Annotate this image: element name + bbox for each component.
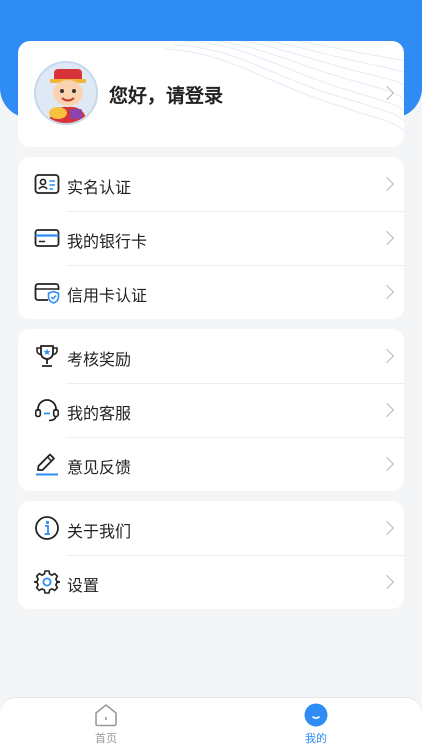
pen-icon: [36, 453, 58, 476]
menu-item-label: 实名认证: [67, 178, 132, 197]
profile-card[interactable]: 您好，请登录: [18, 41, 404, 147]
menu-item-label: 考核奖励: [67, 350, 132, 369]
chevron-right-icon: [379, 520, 395, 536]
menu-item-label: 设置: [67, 576, 100, 595]
gear-icon: [34, 570, 60, 594]
menu-item-label: 我的银行卡: [67, 232, 148, 251]
login-prompt[interactable]: 您好，请登录: [109, 81, 223, 108]
bank-card-icon: [34, 229, 60, 247]
trophy-icon: [36, 345, 58, 367]
chevron-right-icon: [379, 348, 395, 364]
menu-group-account: 实名认证 我的银行卡 信用卡认证: [18, 157, 404, 319]
menu-item-assessment-reward[interactable]: 考核奖励: [18, 329, 404, 383]
credit-card-shield-icon: [34, 283, 60, 304]
menu-item-label: 我的客服: [67, 404, 132, 423]
menu-item-settings[interactable]: 设置: [18, 555, 404, 609]
menu-item-credit-card-auth[interactable]: 信用卡认证: [18, 265, 404, 319]
headset-icon: [34, 399, 60, 422]
avatar[interactable]: [34, 61, 98, 125]
menu-item-label: 意见反馈: [67, 458, 132, 477]
tab-home-label: 首页: [95, 732, 117, 745]
info-icon: [35, 516, 59, 540]
menu-item-feedback[interactable]: 意见反馈: [18, 437, 404, 491]
menu-item-customer-service[interactable]: 我的客服: [18, 383, 404, 437]
menu-group-service: 考核奖励 我的客服 意见反馈: [18, 329, 404, 491]
menu-item-about-us[interactable]: 关于我们: [18, 501, 404, 555]
chevron-right-icon: [379, 574, 395, 590]
home-icon: [95, 704, 117, 727]
chevron-right-icon: [379, 284, 395, 300]
chevron-right-icon: [379, 456, 395, 472]
menu-item-real-name-auth[interactable]: 实名认证: [18, 157, 404, 211]
profile-tab-icon: [304, 703, 328, 727]
id-card-icon: [34, 174, 60, 194]
menu-item-label: 关于我们: [67, 522, 132, 541]
tab-home[interactable]: 首页: [76, 702, 136, 748]
chevron-right-icon: [379, 230, 395, 246]
mascot-avatar-icon: [36, 63, 96, 123]
tab-mine-label: 我的: [305, 732, 327, 745]
tab-mine[interactable]: 我的: [286, 702, 346, 748]
menu-item-label: 信用卡认证: [67, 286, 148, 305]
menu-item-my-bank-card[interactable]: 我的银行卡: [18, 211, 404, 265]
chevron-right-icon: [379, 402, 395, 418]
bottom-tab-bar: 首页 我的: [0, 698, 422, 750]
menu-group-misc: 关于我们 设置: [18, 501, 404, 609]
chevron-right-icon: [379, 176, 395, 192]
